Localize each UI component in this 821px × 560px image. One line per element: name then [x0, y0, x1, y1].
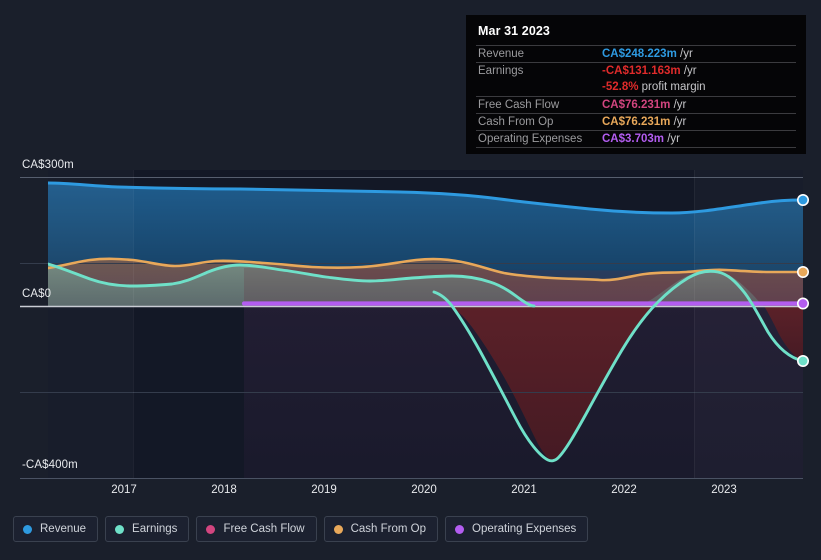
tooltip-value-unit: /yr — [670, 99, 687, 111]
tooltip-row-value: -52.8% profit margin — [600, 80, 796, 97]
legend-item-revenue[interactable]: Revenue — [13, 516, 99, 542]
legend-item-cash-from-op[interactable]: Cash From Op — [323, 516, 439, 542]
legend-dot-icon — [23, 524, 32, 534]
legend-dot-icon — [115, 524, 125, 534]
legend-item-free-cash-flow[interactable]: Free Cash Flow — [196, 516, 317, 542]
legend-item-earnings[interactable]: Earnings — [105, 516, 190, 542]
tooltip-value-amount: CA$76.231m — [602, 99, 671, 111]
tooltip-table: Revenue CA$248.223m /yr Earnings -CA$131.16… — [476, 45, 796, 148]
x-axis-tick-2018: 2018 — [211, 484, 237, 496]
tooltip-row-label: Revenue — [476, 45, 600, 63]
tooltip-row: Earnings -CA$131.163m /yr — [476, 62, 796, 80]
highlight-band-left — [48, 170, 133, 478]
x-axis-tick-2023: 2023 — [711, 484, 737, 496]
tooltip-row: -52.8% profit margin — [476, 80, 796, 97]
x-axis-tick-2019: 2019 — [311, 484, 337, 496]
financial-performance-chart: CA$300m CA$0 -CA$400m 2017 2018 2019 2020 20… — [0, 0, 821, 560]
tooltip-value-amount: CA$76.231m — [602, 116, 671, 128]
revenue-endpoint-marker — [796, 194, 809, 207]
cash-from-op-endpoint-marker — [796, 265, 809, 278]
tooltip-value-unit: /yr — [664, 133, 680, 145]
tooltip-value-amount: -CA$131.163m — [602, 65, 681, 78]
tooltip-row-label: Operating Expenses — [476, 130, 600, 148]
tooltip-value-amount: -52.8% — [602, 80, 639, 93]
x-axis-tick-2020: 2020 — [411, 484, 437, 496]
tooltip-value-amount: CA$248.223m — [602, 48, 677, 60]
tooltip-value-unit: profit margin — [638, 80, 706, 93]
tooltip-row: Operating Expenses CA$3.703m /yr — [476, 130, 796, 148]
tooltip-row-value: -CA$131.163m /yr — [600, 62, 796, 80]
x-axis-tick-2017: 2017 — [111, 484, 137, 496]
legend-item-label: Cash From Op — [350, 523, 427, 535]
tooltip-title: Mar 31 2023 — [478, 24, 550, 38]
tooltip-row-label: Cash From Op — [476, 113, 600, 131]
legend-dot-icon — [333, 524, 343, 534]
legend-item-label: Earnings — [132, 523, 178, 535]
y-axis-label-top: CA$300m — [22, 159, 74, 171]
tooltip-row-value: CA$3.703m /yr — [600, 130, 796, 148]
tooltip-row-value: CA$76.231m /yr — [600, 96, 796, 114]
tooltip-row-label — [476, 80, 600, 97]
tooltip-value-unit: /yr — [670, 116, 687, 128]
earnings-endpoint-marker — [796, 354, 809, 367]
y-axis-label-zero: CA$0 — [22, 288, 52, 300]
tooltip-row-label: Earnings — [476, 62, 600, 80]
operating-expenses-endpoint-marker — [796, 297, 809, 310]
tooltip-row-value: CA$76.231m /yr — [600, 113, 796, 131]
x-axis-tick-2021: 2021 — [511, 484, 537, 496]
legend-item-label: Revenue — [40, 523, 87, 535]
tooltip-value-amount: CA$3.703m — [602, 133, 665, 145]
tooltip-row-value: CA$248.223m /yr — [600, 45, 796, 63]
tooltip-row: Free Cash Flow CA$76.231m /yr — [476, 96, 796, 114]
tooltip-row: Cash From Op CA$76.231m /yr — [476, 113, 796, 131]
x-axis-tick-2022: 2022 — [611, 484, 637, 496]
chart-tooltip: Mar 31 2023 Revenue CA$248.223m /yr Earnin… — [466, 15, 806, 154]
legend-dot-icon — [206, 524, 216, 534]
legend-item-operating-expenses[interactable]: Operating Expenses — [445, 516, 589, 542]
legend-item-label: Operating Expenses — [472, 523, 577, 535]
chart-legend: Revenue Earnings Free Cash Flow Cash From O… — [13, 516, 589, 542]
tooltip-row: Revenue CA$248.223m /yr — [476, 45, 796, 63]
y-axis-label-bottom: -CA$400m — [22, 459, 78, 471]
tooltip-value-unit: /yr — [676, 48, 693, 60]
tooltip-value-unit: /yr — [680, 65, 697, 78]
tooltip-row-label: Free Cash Flow — [476, 96, 600, 114]
legend-dot-icon — [455, 524, 465, 534]
legend-item-label: Free Cash Flow — [223, 523, 305, 535]
